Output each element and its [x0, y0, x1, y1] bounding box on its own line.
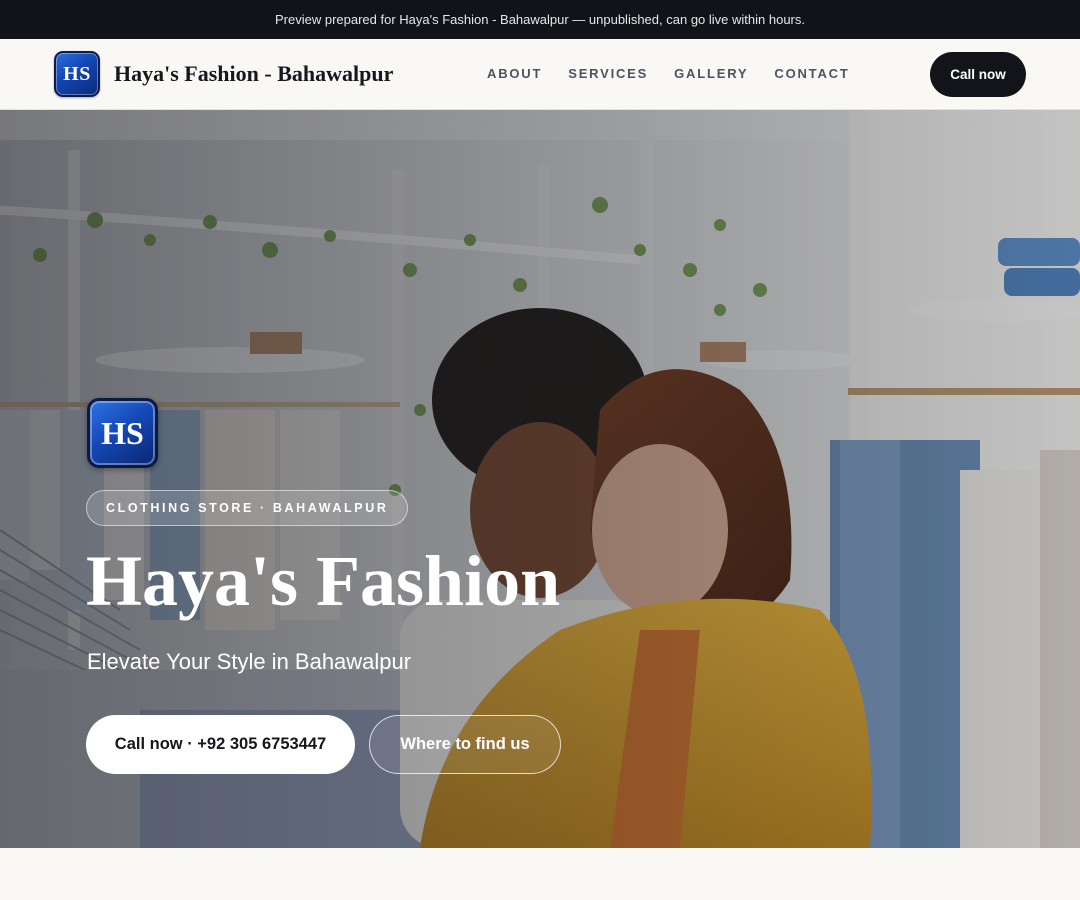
- preview-banner-text: Preview prepared for Haya's Fashion - Ba…: [275, 12, 805, 27]
- nav-link-gallery[interactable]: GALLERY: [674, 66, 748, 81]
- hero-title: Haya's Fashion: [86, 541, 561, 621]
- hero-section: HS CLOTHING STORE · BAHAWALPUR Haya's Fa…: [0, 110, 1080, 848]
- site-header: HS Haya's Fashion - Bahawalpur ABOUT SER…: [0, 39, 1080, 110]
- call-phone-button[interactable]: Call now · +92 305 6753447: [86, 715, 355, 774]
- nav-link-contact[interactable]: CONTACT: [774, 66, 849, 81]
- hero-logo-icon: HS: [87, 398, 158, 468]
- preview-banner: Preview prepared for Haya's Fashion - Ba…: [0, 0, 1080, 39]
- call-now-button[interactable]: Call now: [930, 52, 1026, 97]
- main-nav: ABOUT SERVICES GALLERY CONTACT: [487, 66, 876, 81]
- brand-name[interactable]: Haya's Fashion - Bahawalpur: [114, 61, 393, 87]
- nav-link-about[interactable]: ABOUT: [487, 66, 542, 81]
- hero-subtitle: Elevate Your Style in Bahawalpur: [87, 649, 412, 674]
- find-us-button[interactable]: Where to find us: [369, 715, 561, 774]
- logo-icon[interactable]: HS: [54, 51, 100, 97]
- nav-link-services[interactable]: SERVICES: [568, 66, 648, 81]
- category-badge: CLOTHING STORE · BAHAWALPUR: [86, 490, 409, 526]
